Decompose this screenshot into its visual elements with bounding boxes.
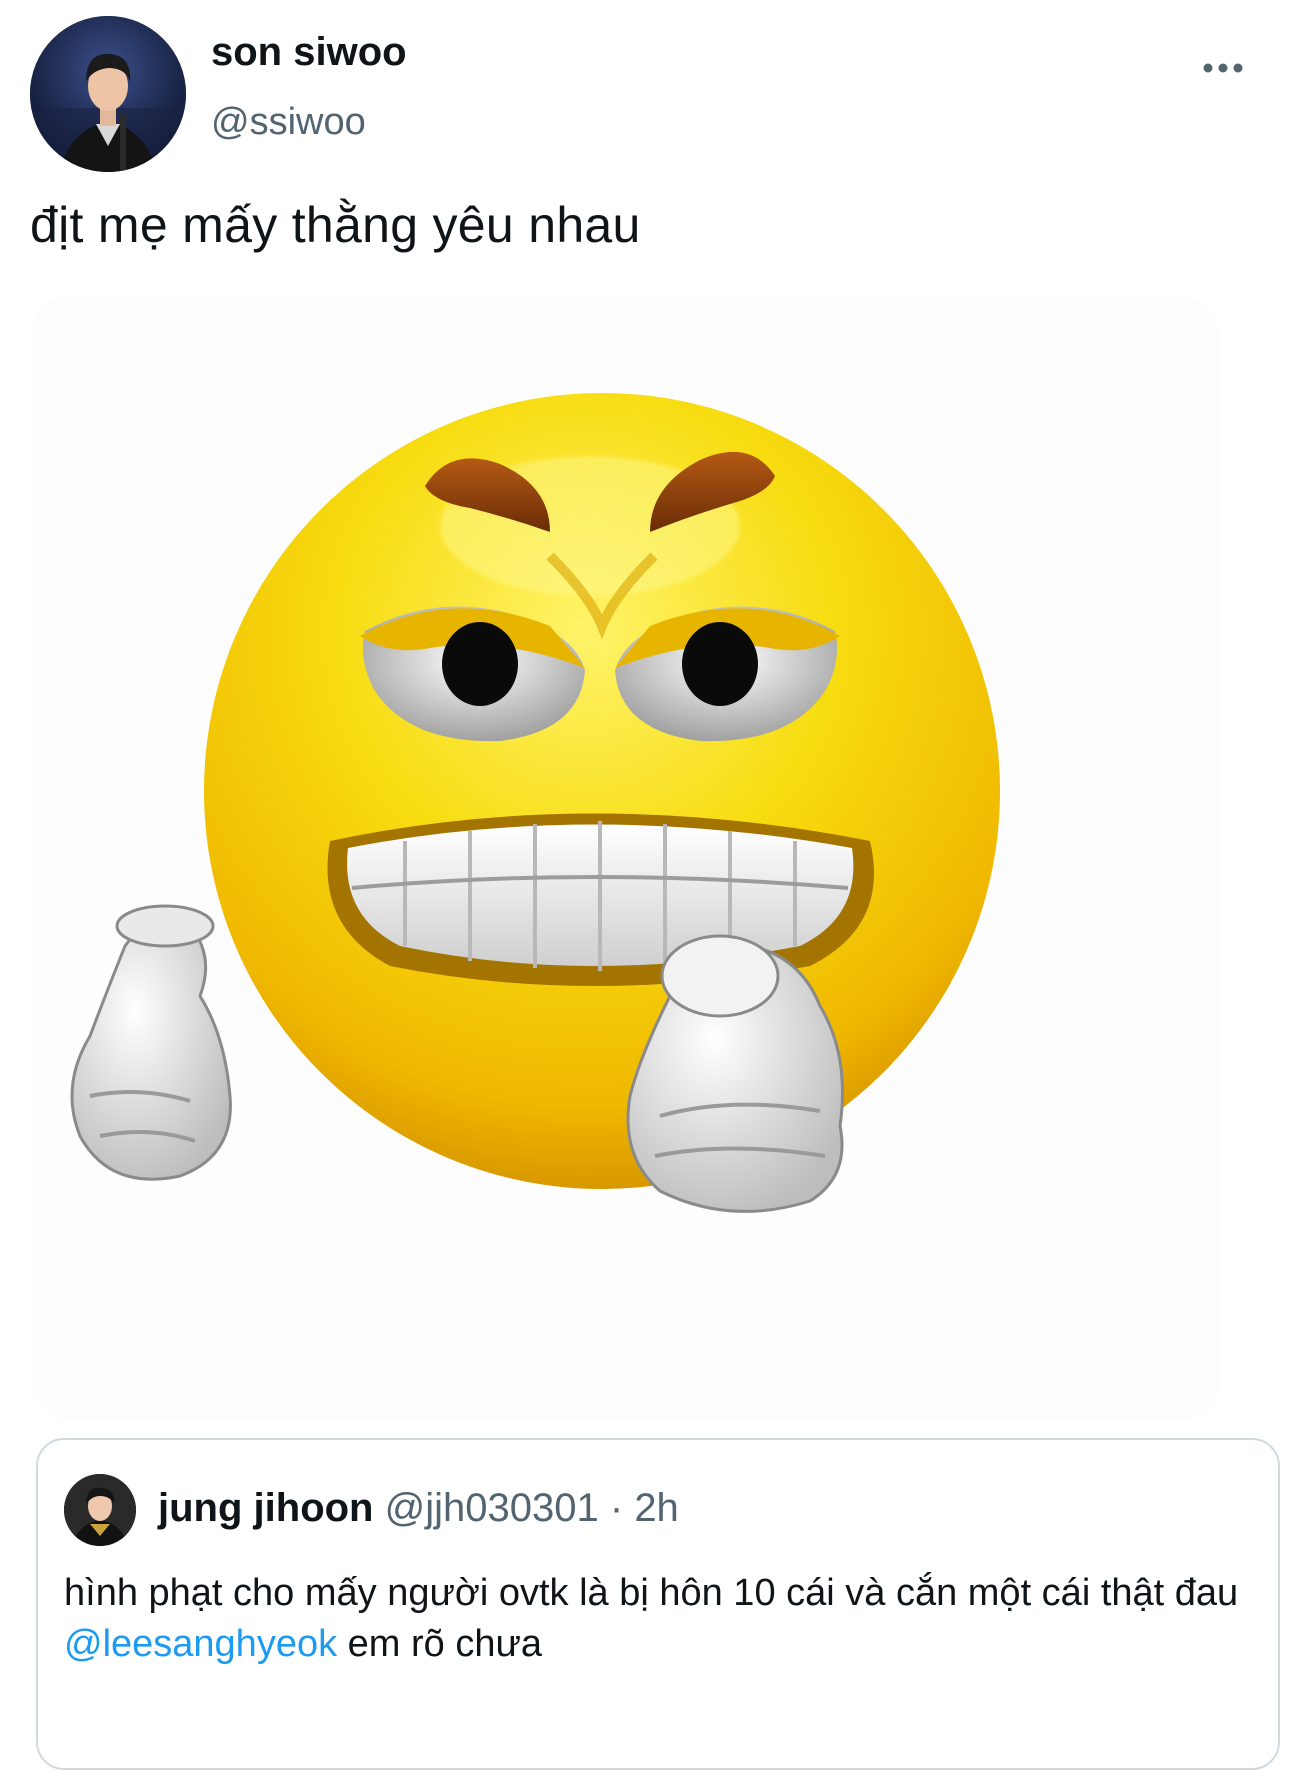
tweet-media-image[interactable] bbox=[30, 296, 1220, 1420]
quoted-tweet-body: hình phạt cho mấy người ovtk là bị hôn 1… bbox=[64, 1572, 1239, 1614]
quoted-tweet[interactable]: jung jihoon @jjh030301 · 2h hình phạt ch… bbox=[36, 1438, 1280, 1770]
quoted-tweet-suffix: em rõ chưa bbox=[337, 1623, 543, 1665]
quoted-author-avatar[interactable] bbox=[64, 1474, 136, 1546]
author-display-name[interactable]: son siwoo bbox=[211, 30, 407, 75]
quoted-author-display-name[interactable]: jung jihoon bbox=[158, 1486, 374, 1530]
mention-link[interactable]: @leesanghyeok bbox=[64, 1623, 337, 1665]
quoted-tweet-timestamp[interactable]: 2h bbox=[634, 1486, 679, 1530]
quoted-tweet-text: hình phạt cho mấy người ovtk là bị hôn 1… bbox=[64, 1568, 1264, 1670]
author-avatar[interactable] bbox=[30, 16, 186, 172]
more-horizontal-icon bbox=[1203, 63, 1243, 73]
quoted-author-handle[interactable]: @jjh030301 bbox=[385, 1486, 599, 1530]
separator-dot: · bbox=[609, 1486, 624, 1530]
angry-emoji-image-icon bbox=[30, 296, 1220, 1420]
author-handle[interactable]: @ssiwoo bbox=[211, 101, 366, 144]
user-avatar-photo-icon bbox=[64, 1474, 136, 1546]
more-options-button[interactable] bbox=[1190, 48, 1256, 88]
quoted-tweet-header: jung jihoon @jjh030301 · 2h bbox=[158, 1486, 679, 1531]
user-avatar-photo-icon bbox=[30, 16, 186, 172]
tweet-text: địt mẹ mấy thằng yêu nhau bbox=[30, 197, 641, 253]
